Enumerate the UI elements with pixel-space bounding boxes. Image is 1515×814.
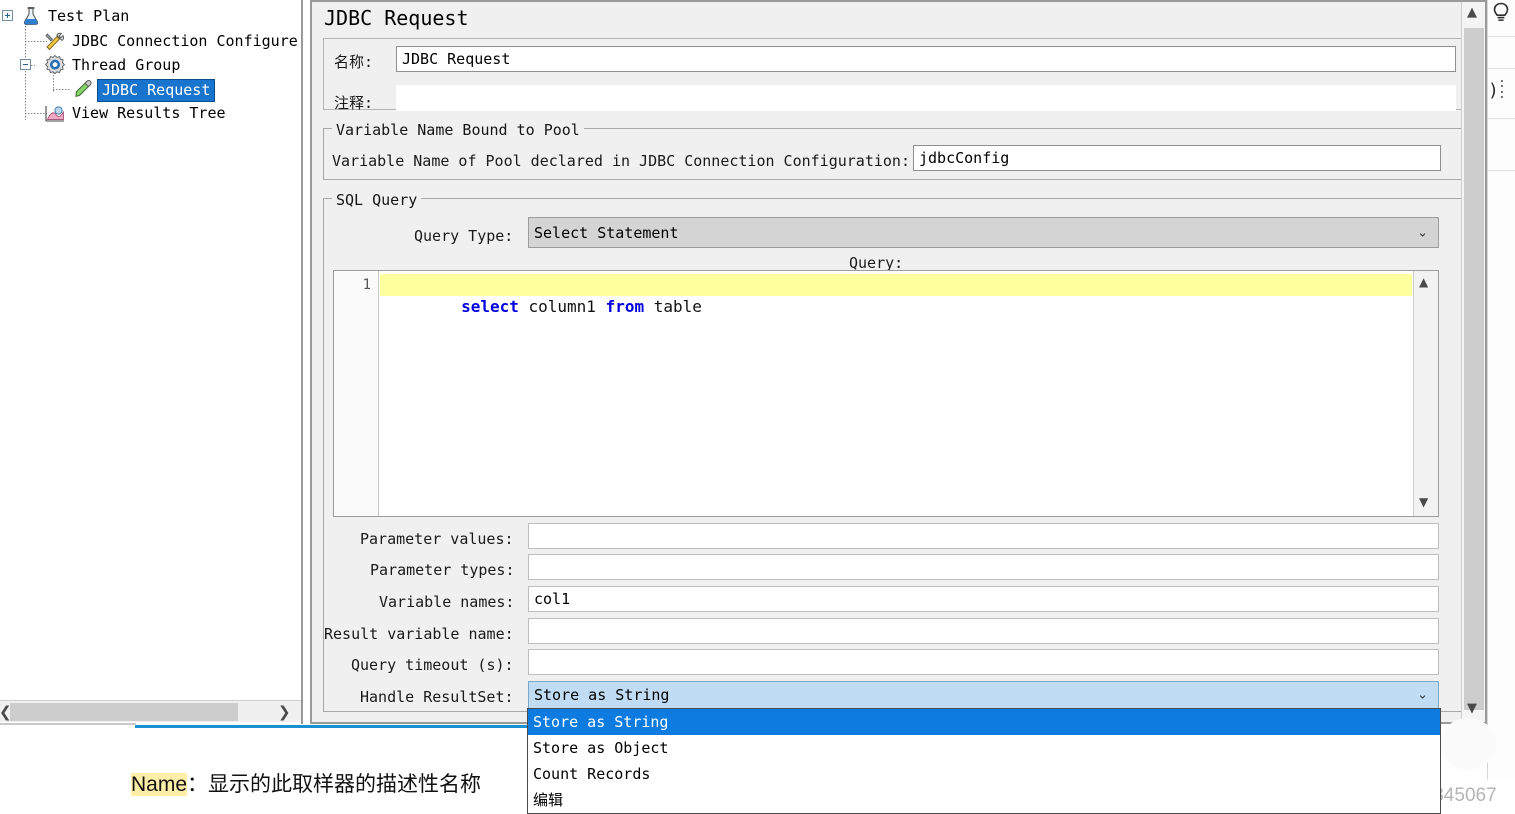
sql-keyword-from: from (605, 297, 645, 316)
scrollbar-thumb[interactable] (1464, 28, 1484, 710)
handle-resultset-select[interactable]: Store as String ⌄ (528, 681, 1439, 709)
comment-label: 注释: (334, 94, 374, 112)
tree-item-label: JDBC Connection Configure (72, 32, 298, 50)
result-variable-name-label: Result variable name: (324, 625, 514, 643)
name-comment-box: 名称: JDBC Request 注释: (323, 38, 1465, 112)
parameter-types-input[interactable] (528, 554, 1439, 580)
scroll-right-icon[interactable]: ❯ (278, 703, 291, 721)
test-plan-icon (20, 5, 42, 27)
variable-names-label: Variable names: (379, 593, 515, 611)
query-type-select[interactable]: Select Statement ⌄ (528, 217, 1439, 248)
query-type-label: Query Type: (414, 227, 514, 245)
sql-query-group-title: SQL Query (332, 191, 422, 209)
page-title: JDBC Request (324, 6, 469, 30)
variable-names-value: col1 (534, 589, 571, 608)
scroll-up-icon[interactable]: ▲ (1467, 4, 1477, 22)
result-variable-name-input[interactable] (528, 618, 1439, 644)
pool-variable-label: Variable Name of Pool declared in JDBC C… (332, 152, 910, 170)
dropdown-option-store-as-object[interactable]: Store as Object (528, 735, 1440, 761)
handle-resultset-label: Handle ResultSet: (360, 688, 514, 706)
panel-bottom-divider (0, 723, 136, 725)
sampler-pipette-icon (72, 78, 94, 100)
background-dots: :: (1498, 76, 1506, 102)
config-tools-icon (44, 30, 66, 52)
handle-resultset-dropdown-list[interactable]: Store as String Store as Object Count Re… (527, 708, 1441, 814)
tree-item-label: View Results Tree (72, 104, 226, 122)
comment-input[interactable] (396, 85, 1456, 111)
tree-item-label: Test Plan (48, 7, 130, 25)
variable-names-input[interactable]: col1 (528, 586, 1439, 612)
chevron-down-icon: ⌄ (1417, 225, 1428, 240)
scroll-up-icon[interactable]: ▲ (1419, 273, 1428, 291)
lightbulb-icon (1492, 2, 1510, 24)
sql-identifier-column: column1 (518, 297, 606, 316)
sql-editor[interactable]: 1 select column1 from table ▲ ▼ (333, 270, 1439, 517)
editor-gutter: 1 (334, 271, 379, 516)
caption-highlight: Name (131, 773, 188, 796)
editor-code-area[interactable]: select column1 from table (380, 271, 1412, 516)
results-tree-icon (44, 102, 66, 124)
dropdown-option-count-records[interactable]: Count Records (528, 761, 1440, 787)
sql-identifier-table: table (644, 297, 702, 316)
dropdown-option-edit[interactable]: 编辑 (528, 787, 1440, 813)
caption-text: Name：显示的此取样器的描述性名称 (131, 768, 481, 798)
parameter-types-label: Parameter types: (370, 561, 515, 579)
tree-connector (25, 20, 26, 120)
parameter-values-label: Parameter values: (360, 530, 514, 548)
test-plan-tree-panel[interactable]: Test Plan JDBC Connection Configure Thre… (0, 0, 303, 724)
tree-item-label: JDBC Request (96, 79, 216, 102)
background-window-fragment (1487, 0, 1515, 780)
caption-rest: ：显示的此取样器的描述性名称 (187, 773, 482, 796)
name-input[interactable]: JDBC Request (396, 46, 1456, 72)
scroll-down-icon[interactable]: ▼ (1419, 493, 1428, 511)
pool-variable-input[interactable]: jdbcConfig (913, 145, 1441, 171)
chevron-down-icon: ⌄ (1417, 687, 1428, 703)
code-line-1[interactable]: select column1 from table (380, 274, 1412, 316)
scroll-down-icon[interactable]: ▼ (1467, 700, 1477, 718)
tree-item-label: Thread Group (72, 56, 181, 74)
panel-vertical-scrollbar[interactable]: ▲ ▼ (1461, 2, 1485, 722)
pool-group-title: Variable Name Bound to Pool (332, 121, 584, 139)
query-timeout-label: Query timeout (s): (351, 656, 514, 674)
tree-connector (53, 89, 71, 90)
query-timeout-input[interactable] (528, 649, 1439, 675)
handle-resultset-value: Store as String (534, 686, 670, 704)
name-label: 名称: (334, 53, 374, 71)
parameter-values-input[interactable] (528, 523, 1439, 549)
sql-keyword-select: select (461, 297, 519, 316)
thread-group-gear-icon (44, 54, 66, 76)
query-type-value: Select Statement (534, 223, 679, 242)
tree-expander-thread-group[interactable] (20, 59, 31, 70)
pool-variable-value: jdbcConfig (919, 148, 1010, 167)
dropdown-option-store-as-string[interactable]: Store as String (528, 709, 1440, 735)
tree-expander-root[interactable] (2, 10, 13, 21)
editor-vertical-scrollbar[interactable]: ▲ ▼ (1413, 271, 1438, 516)
scrollbar-thumb[interactable] (10, 703, 238, 721)
tree-items-container[interactable]: Test Plan JDBC Connection Configure Thre… (0, 0, 301, 700)
line-number: 1 (362, 277, 371, 293)
copy-button[interactable] (1440, 718, 1496, 770)
name-input-value: JDBC Request (402, 49, 511, 68)
tree-horizontal-scrollbar[interactable]: ❮ ❯ (0, 700, 301, 722)
